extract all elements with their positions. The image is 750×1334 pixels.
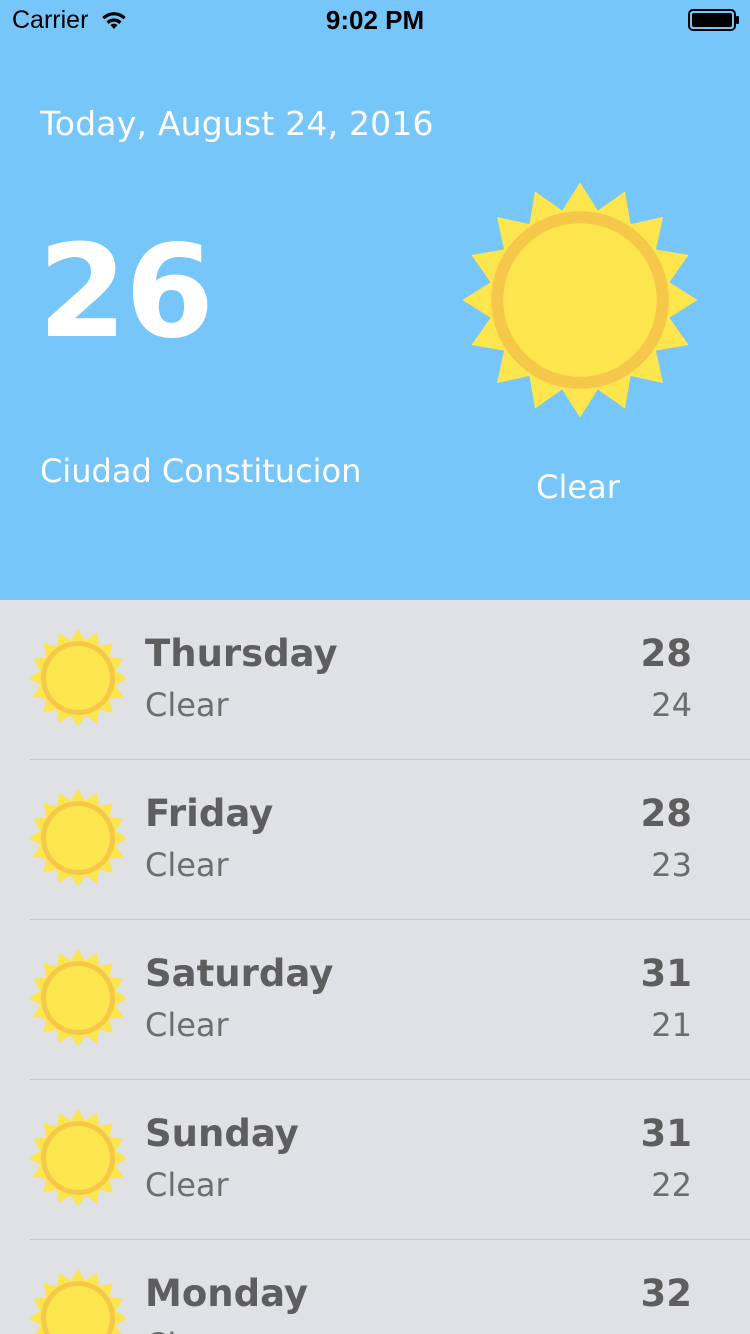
sun-icon	[29, 1269, 127, 1334]
status-bar: Carrier 9:02 PM	[0, 0, 750, 40]
today-header: Carrier 9:02 PM Today, August 24, 2016 2…	[0, 0, 750, 600]
current-condition: Clear	[536, 468, 620, 506]
forecast-row[interactable]: Thursday Clear 28 24	[0, 600, 750, 760]
current-temperature: 26	[38, 218, 214, 367]
forecast-low: 21	[651, 1006, 692, 1044]
sun-icon	[462, 182, 698, 418]
forecast-day: Friday	[145, 792, 274, 835]
forecast-day: Saturday	[145, 952, 334, 995]
forecast-day: Monday	[145, 1272, 309, 1315]
forecast-row[interactable]: Saturday Clear 31 21	[0, 920, 750, 1080]
forecast-high: 31	[640, 952, 693, 995]
battery-icon	[688, 9, 739, 31]
forecast-list[interactable]: Thursday Clear 28 24 Friday Clear 28 23 …	[0, 600, 750, 1334]
forecast-row[interactable]: Monday Clear 32	[0, 1240, 750, 1334]
forecast-high: 28	[640, 792, 693, 835]
forecast-day: Sunday	[145, 1112, 299, 1155]
sun-icon	[29, 629, 127, 727]
forecast-high: 31	[640, 1112, 693, 1155]
forecast-condition: Clear	[145, 1006, 229, 1044]
forecast-high: 32	[640, 1272, 693, 1315]
forecast-row[interactable]: Friday Clear 28 23	[0, 760, 750, 920]
forecast-high: 28	[640, 632, 693, 675]
forecast-low: 23	[651, 846, 692, 884]
city-name: Ciudad Constitucion	[40, 452, 362, 490]
forecast-row[interactable]: Sunday Clear 31 22	[0, 1080, 750, 1240]
forecast-condition: Clear	[145, 846, 229, 884]
sun-icon	[29, 1109, 127, 1207]
forecast-low: 24	[651, 686, 692, 724]
clock: 9:02 PM	[325, 5, 425, 35]
forecast-day: Thursday	[145, 632, 338, 675]
sun-icon	[29, 789, 127, 887]
forecast-condition: Clear	[145, 686, 229, 724]
forecast-condition: Clear	[145, 1326, 229, 1334]
sun-icon	[29, 949, 127, 1047]
date-label: Today, August 24, 2016	[40, 104, 434, 143]
forecast-low: 22	[651, 1166, 692, 1204]
forecast-condition: Clear	[145, 1166, 229, 1204]
